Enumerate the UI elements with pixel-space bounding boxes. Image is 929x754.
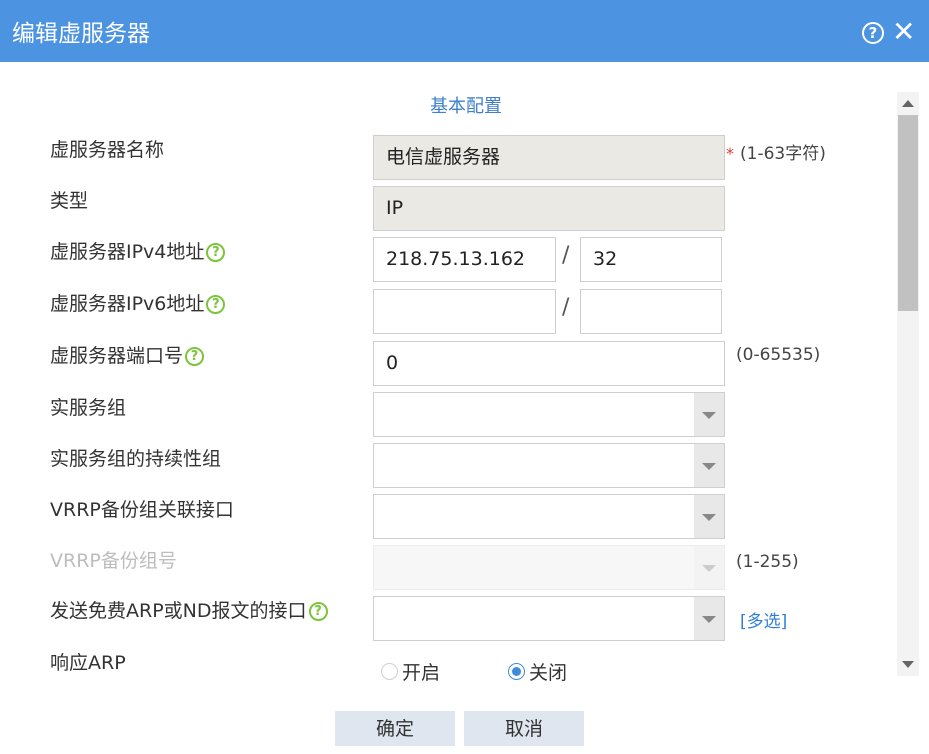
- vrrp-interface-select[interactable]: [373, 494, 725, 539]
- radio-arp-off-label: 关闭: [529, 662, 568, 684]
- dropdown-arrow-button[interactable]: [694, 495, 724, 538]
- chevron-down-icon: [702, 616, 716, 623]
- scrollbar-thumb[interactable]: [898, 115, 918, 311]
- multi-select-link[interactable]: [多选]: [740, 607, 787, 632]
- real-group-select[interactable]: [373, 392, 725, 437]
- scroll-down-arrow-icon[interactable]: [902, 661, 914, 668]
- label-vrrp-group: VRRP备份组号: [50, 550, 177, 572]
- label-port-text: 虚服务器端口号: [50, 345, 184, 367]
- vertical-scrollbar[interactable]: [897, 92, 919, 676]
- required-mark: *: [726, 144, 734, 163]
- label-vrrp-interface: VRRP备份组关联接口: [50, 499, 234, 521]
- label-ipv4-text: 虚服务器IPv4地址: [50, 241, 205, 263]
- section-title-basic-config: 基本配置: [430, 96, 502, 117]
- dropdown-arrow-button[interactable]: [694, 597, 724, 640]
- label-arp-interface-text: 发送免费ARP或ND报文的接口: [50, 600, 307, 622]
- vrrp-group-hint: (1-255): [736, 552, 799, 572]
- vrrp-group-select: [373, 545, 725, 590]
- type-field[interactable]: IP: [373, 186, 725, 231]
- vs-name-range: (1-63字符): [740, 144, 826, 164]
- radio-arp-on-label: 开启: [402, 662, 441, 684]
- help-question-icon[interactable]: ?: [206, 295, 226, 314]
- label-ipv6-text: 虚服务器IPv6地址: [50, 293, 205, 315]
- chevron-down-icon: [702, 412, 716, 419]
- help-question-icon[interactable]: ?: [308, 602, 328, 621]
- close-icon[interactable]: ✕: [892, 16, 915, 48]
- ok-button[interactable]: 确定: [335, 711, 455, 746]
- ipv6-separator: /: [562, 295, 570, 320]
- label-real-group: 实服务组: [50, 397, 127, 419]
- label-port: 虚服务器端口号?: [50, 341, 205, 368]
- dropdown-arrow-button[interactable]: [694, 444, 724, 487]
- dropdown-arrow-button[interactable]: [694, 393, 724, 436]
- ipv4-separator: /: [562, 243, 570, 268]
- chevron-down-icon: [702, 565, 716, 572]
- cancel-button[interactable]: 取消: [464, 711, 584, 746]
- ipv6-prefix-input[interactable]: [580, 289, 722, 334]
- radio-arp-on[interactable]: 开启: [381, 658, 440, 685]
- label-ipv4: 虚服务器IPv4地址?: [50, 237, 226, 264]
- radio-arp-off[interactable]: 关闭: [508, 658, 567, 685]
- label-arp-reply: 响应ARP: [50, 652, 126, 674]
- persist-group-select[interactable]: [373, 443, 725, 488]
- port-hint: (0-65535): [736, 345, 821, 365]
- label-vs-name: 虚服务器名称: [50, 139, 165, 161]
- chevron-down-icon: [702, 463, 716, 470]
- help-question-icon[interactable]: ?: [185, 347, 205, 366]
- label-persist-group: 实服务组的持续性组: [50, 448, 222, 470]
- ipv6-address-input[interactable]: [373, 289, 556, 334]
- chevron-down-icon: [702, 514, 716, 521]
- label-ipv6: 虚服务器IPv6地址?: [50, 289, 226, 316]
- dialog-title: 编辑虚服务器: [12, 21, 150, 47]
- arp-interface-select[interactable]: [373, 596, 725, 641]
- dialog-title-bar: 编辑虚服务器 ? ✕: [0, 0, 929, 62]
- scroll-up-arrow-icon[interactable]: [902, 100, 914, 107]
- radio-checked-icon: [508, 663, 525, 680]
- ipv4-address-input[interactable]: 218.75.13.162: [373, 237, 556, 282]
- label-arp-interface: 发送免费ARP或ND报文的接口?: [50, 596, 328, 623]
- label-type: 类型: [50, 190, 89, 212]
- help-icon[interactable]: ?: [862, 22, 884, 44]
- vs-name-field[interactable]: 电信虚服务器: [373, 135, 725, 180]
- dropdown-arrow-button: [694, 546, 724, 589]
- radio-unchecked-icon: [381, 663, 398, 680]
- help-question-icon[interactable]: ?: [206, 243, 226, 262]
- ipv4-mask-input[interactable]: 32: [580, 237, 722, 282]
- port-input[interactable]: 0: [373, 341, 725, 386]
- vs-name-hint: * (1-63字符): [726, 139, 826, 164]
